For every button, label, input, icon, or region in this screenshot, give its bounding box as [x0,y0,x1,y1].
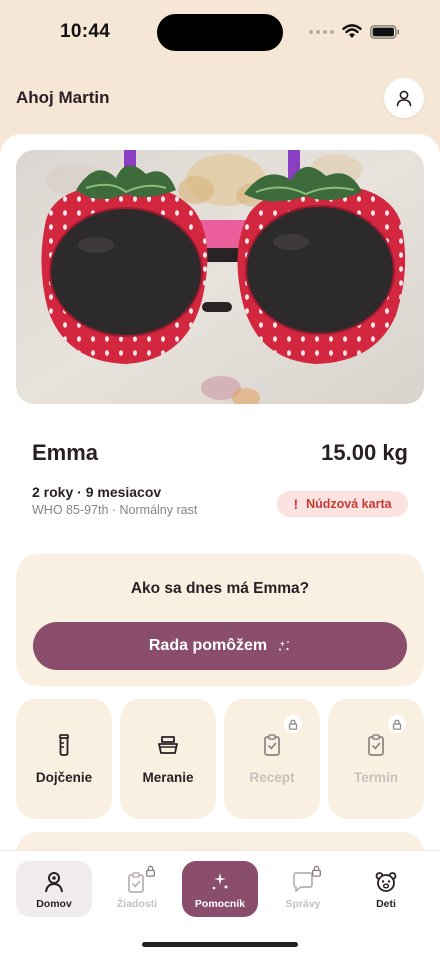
tab-deti[interactable]: Deti [348,861,424,917]
child-growth-percentile: WHO 85-97th · Normálny rast [32,503,198,517]
clipboard-icon [264,734,280,756]
child-name: Emma [32,440,99,465]
tab-label: Domov [36,898,72,910]
sparkle-icon [212,873,228,890]
bottle-icon [59,734,69,756]
home-indicator [142,942,298,947]
status-time: 10:44 [60,21,111,42]
child-weight: 15.00 kg [321,440,408,465]
profile-button[interactable] [384,78,424,118]
wifi-icon [342,24,362,38]
child-photo[interactable] [16,150,424,404]
signal-icon [309,29,334,34]
tab-label: Správy [285,898,321,910]
lock-icon [312,865,321,877]
exclamation-icon: ! [293,496,299,512]
tab-label: Pomocník [194,898,246,910]
tab-ziadosti[interactable]: Žiadosti [99,861,175,917]
sparkle-icon [279,640,290,651]
tile-meranie[interactable]: Meranie [120,699,216,819]
tile-label: Termín [353,770,398,785]
tab-label: Žiadosti [116,898,158,910]
helper-button-label: Rada pomôžem [148,637,268,654]
lock-icon [284,715,302,733]
clipboard-icon [368,734,384,756]
tile-label: Meranie [142,770,194,785]
tile-label: Recept [249,770,295,785]
child-age: 2 roky · 9 mesiacov [32,484,162,500]
helper-card: Ako sa dnes má Emma? Rada pomôžem [16,554,424,686]
strawberry-sunglasses-image [16,150,424,404]
person-icon [45,872,63,893]
bear-icon [375,872,397,892]
status-icons [309,24,400,39]
tab-bar: Domov Žiadosti Pomocník Správy Deti [0,850,440,956]
dynamic-island [157,14,283,51]
emergency-card-label: Núdzová karta [306,497,392,511]
greeting-title: Ahoj Martin [16,88,110,107]
battery-icon [370,24,400,39]
user-icon [396,90,412,107]
lock-icon [388,715,406,733]
tab-spravy[interactable]: Správy [265,861,341,917]
tab-domov[interactable]: Domov [16,861,92,917]
tile-label: Dojčenie [35,770,93,785]
tile-dojcenie[interactable]: Dojčenie [16,699,112,819]
helper-button[interactable]: Rada pomôžem [33,622,407,670]
scale-icon [158,736,178,754]
tab-pomocnik[interactable]: Pomocník [182,861,258,917]
emergency-card-button[interactable]: ! Núdzová karta [277,491,408,517]
main-sheet: Emma 15.00 kg 2 roky · 9 mesiacov WHO 85… [0,134,440,956]
tile-recept[interactable]: Recept [224,699,320,819]
tile-termin[interactable]: Termín [328,699,424,819]
tab-label: Deti [376,898,396,910]
quick-actions: Dojčenie Meranie Recept Termín [16,699,440,819]
status-bar: 10:44 [0,0,440,64]
helper-question: Ako sa dnes má Emma? [130,580,310,597]
lock-icon [146,865,155,877]
